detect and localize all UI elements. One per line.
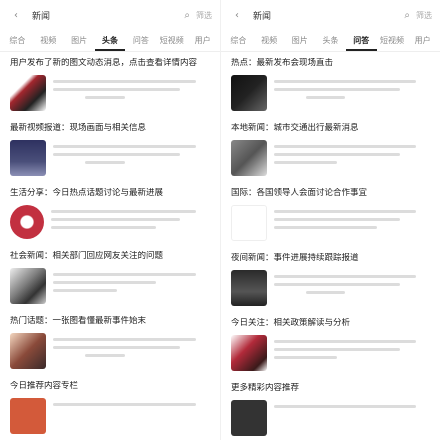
thumbnail-image[interactable]: [10, 205, 44, 239]
filter-button[interactable]: 筛选: [416, 10, 432, 21]
thumbnail-image[interactable]: [231, 270, 267, 306]
thumbnail-image[interactable]: [10, 75, 46, 111]
item-title[interactable]: 今日关注：相关政策解读与分析: [231, 318, 432, 329]
left-panel: ‹ 新闻 ⌕ 筛选 综合 视频 图片 头条 问答 短视频 用户 用户发布了新的图…: [0, 0, 220, 440]
thumbnail-image[interactable]: [231, 205, 267, 241]
item-title[interactable]: 更多精彩内容推荐: [231, 383, 432, 394]
feed-item[interactable]: 本地新闻：城市交通出行最新消息: [231, 123, 432, 176]
feed-item[interactable]: 更多精彩内容推荐: [231, 383, 432, 436]
result-feed: 热点：最新发布会现场直击 本地新闻：城市交通出行最新消息 国际：各国领导人会面讨…: [221, 52, 440, 436]
feed-item[interactable]: 热点：最新发布会现场直击: [231, 58, 432, 111]
feed-item[interactable]: 今日推荐内容专栏: [10, 381, 212, 434]
filter-button[interactable]: 筛选: [196, 10, 212, 21]
thumbnail-image[interactable]: [10, 268, 46, 304]
tab-4[interactable]: 问答: [345, 35, 377, 51]
thumbnail-image[interactable]: [231, 335, 267, 371]
feed-item[interactable]: 最新视频报道：现场画面与相关信息: [10, 123, 212, 176]
back-icon[interactable]: ‹: [235, 10, 239, 21]
tab-3[interactable]: 头条: [94, 35, 126, 51]
thumbnail-image[interactable]: [10, 398, 46, 434]
feed-item[interactable]: 热门话题：一张图看懂最新事件始末: [10, 316, 212, 369]
tab-0[interactable]: 综合: [223, 35, 254, 51]
search-icon[interactable]: ⌕: [184, 10, 190, 21]
item-title[interactable]: 国际：各国领导人会面讨论合作事宜: [231, 188, 432, 199]
thumbnail-image[interactable]: [10, 140, 46, 176]
search-icon[interactable]: ⌕: [404, 10, 410, 21]
split-screen: ‹ 新闻 ⌕ 筛选 综合 视频 图片 头条 问答 短视频 用户 用户发布了新的图…: [0, 0, 440, 440]
feed-item[interactable]: 社会新闻：相关部门回应网友关注的问题: [10, 251, 212, 304]
feed-item[interactable]: 用户发布了新的图文动态消息，点击查看详情内容: [10, 58, 212, 111]
tab-bar: 综合 视频 图片 头条 问答 短视频 用户: [0, 30, 220, 52]
tab-5[interactable]: 短视频: [377, 35, 408, 51]
thumbnail-image[interactable]: [10, 333, 46, 369]
feed-item[interactable]: 生活分享：今日热点话题讨论与最新进展: [10, 188, 212, 239]
tab-bar: 综合 视频 图片 头条 问答 短视频 用户: [221, 30, 440, 52]
tab-3[interactable]: 头条: [315, 35, 346, 51]
thumbnail-image[interactable]: [231, 75, 267, 111]
tab-1[interactable]: 视频: [254, 35, 285, 51]
tab-6[interactable]: 用户: [187, 35, 218, 51]
search-bar[interactable]: ‹ 新闻 ⌕ 筛选: [0, 0, 220, 30]
tab-4[interactable]: 问答: [125, 35, 156, 51]
tab-1[interactable]: 视频: [33, 35, 64, 51]
item-title[interactable]: 热点：最新发布会现场直击: [231, 58, 432, 69]
item-title[interactable]: 最新视频报道：现场画面与相关信息: [10, 123, 212, 134]
tab-2[interactable]: 图片: [284, 35, 315, 51]
feed-item[interactable]: 夜间新闻：事件进展持续跟踪报道: [231, 253, 432, 306]
item-title[interactable]: 夜间新闻：事件进展持续跟踪报道: [231, 253, 432, 264]
back-icon[interactable]: ‹: [14, 10, 18, 21]
tab-6[interactable]: 用户: [407, 35, 438, 51]
feed-item[interactable]: 今日关注：相关政策解读与分析: [231, 318, 432, 371]
search-query[interactable]: 新闻: [253, 9, 398, 22]
result-feed: 用户发布了新的图文动态消息，点击查看详情内容 最新视频报道：现场画面与相关信息 …: [0, 52, 220, 434]
item-title[interactable]: 社会新闻：相关部门回应网友关注的问题: [10, 251, 212, 262]
search-bar[interactable]: ‹ 新闻 ⌕ 筛选: [221, 0, 440, 30]
thumbnail-image[interactable]: [231, 400, 267, 436]
item-title[interactable]: 本地新闻：城市交通出行最新消息: [231, 123, 432, 134]
item-title[interactable]: 今日推荐内容专栏: [10, 381, 212, 392]
tab-5[interactable]: 短视频: [156, 35, 187, 51]
item-title[interactable]: 用户发布了新的图文动态消息，点击查看详情内容: [10, 58, 212, 69]
tab-0[interactable]: 综合: [2, 35, 33, 51]
tab-2[interactable]: 图片: [64, 35, 95, 51]
thumbnail-image[interactable]: [231, 140, 267, 176]
item-title[interactable]: 生活分享：今日热点话题讨论与最新进展: [10, 188, 212, 199]
feed-item[interactable]: 国际：各国领导人会面讨论合作事宜: [231, 188, 432, 241]
search-query[interactable]: 新闻: [32, 9, 178, 22]
right-panel: ‹ 新闻 ⌕ 筛选 综合 视频 图片 头条 问答 短视频 用户 热点：最新发布会…: [220, 0, 440, 440]
item-title[interactable]: 热门话题：一张图看懂最新事件始末: [10, 316, 212, 327]
